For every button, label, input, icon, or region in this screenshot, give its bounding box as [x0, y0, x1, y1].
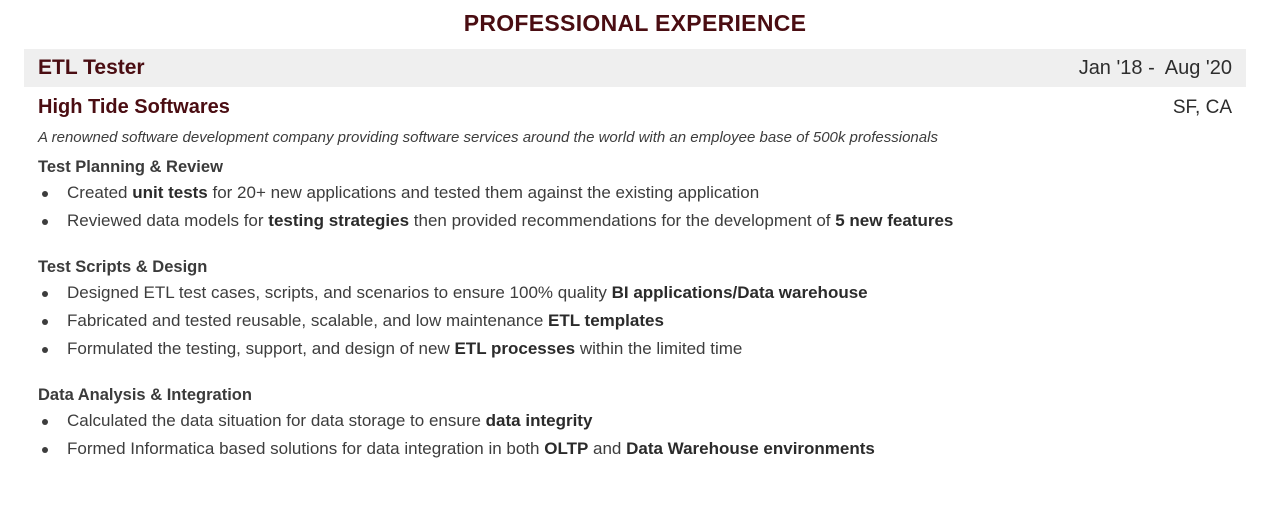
bullet-text-emphasis: testing strategies: [268, 211, 410, 230]
company-location: SF, CA: [1172, 97, 1232, 118]
bullet-text-emphasis: data integrity: [485, 411, 593, 430]
bullet-text: and: [588, 439, 627, 458]
list-item: Created unit tests for 20+ new applicati…: [38, 179, 1232, 207]
experience-groups: Test Planning & Review Created unit tests…: [0, 155, 1270, 463]
bullet-dot-icon: [42, 291, 48, 297]
bullet-text-emphasis: ETL processes: [454, 339, 576, 358]
bullet-dot-icon: [42, 447, 48, 453]
bullet-text: for 20+ new applications and tested them…: [207, 183, 760, 202]
bullet-text: within the limited time: [575, 339, 743, 358]
list-item: Calculated the data situation for data s…: [38, 407, 1232, 435]
page-title: PROFESSIONAL EXPERIENCE: [463, 10, 807, 36]
company-name: High Tide Softwares: [38, 96, 230, 118]
bullet-dot-icon: [42, 219, 48, 225]
bullet-text: Calculated the data situation for data s…: [67, 411, 486, 430]
group-heading: Data Analysis & Integration: [38, 386, 252, 404]
job-title: ETL Tester: [38, 56, 145, 79]
bullet-text: Created: [67, 183, 133, 202]
experience-group: Test Planning & Review Created unit tests…: [38, 155, 1232, 235]
job-dates: Jan '18 - Aug '20: [1078, 57, 1232, 79]
list-item: Reviewed data models for testing strateg…: [38, 207, 1232, 235]
bullet-dot-icon: [42, 347, 48, 353]
bullet-dot-icon: [42, 319, 48, 325]
bullet-dot-icon: [42, 419, 48, 425]
resume-experience-section: PROFESSIONAL EXPERIENCE ETL Tester Jan '…: [0, 0, 1270, 525]
experience-group: Test Scripts & Design Designed ETL test c…: [38, 255, 1232, 363]
bullet-text: Fabricated and tested reusable, scalable…: [67, 311, 549, 330]
bullet-text-emphasis: ETL templates: [548, 311, 664, 330]
group-heading: Test Planning & Review: [38, 158, 223, 176]
bullet-text-emphasis: 5 new features: [835, 211, 954, 230]
experience-entry-header: ETL Tester Jan '18 - Aug '20: [24, 49, 1246, 87]
bullet-text: Reviewed data models for: [67, 211, 269, 230]
bullet-text-emphasis: OLTP: [544, 439, 589, 458]
bullet-text: Formed Informatica based solutions for d…: [67, 439, 545, 458]
experience-entry-subheader: High Tide Softwares SF, CA: [24, 94, 1246, 121]
group-heading: Test Scripts & Design: [38, 258, 208, 276]
bullet-text: Formulated the testing, support, and des…: [67, 339, 455, 358]
company-description: A renowned software development company …: [38, 129, 938, 146]
bullet-dot-icon: [42, 191, 48, 197]
list-item: Designed ETL test cases, scripts, and sc…: [38, 279, 1232, 307]
bullet-list: Designed ETL test cases, scripts, and sc…: [38, 279, 1232, 363]
list-item: Formed Informatica based solutions for d…: [38, 435, 1232, 463]
list-item: Fabricated and tested reusable, scalable…: [38, 307, 1232, 335]
experience-group: Data Analysis & Integration Calculated th…: [38, 383, 1232, 463]
bullet-text: Designed ETL test cases, scripts, and sc…: [67, 283, 612, 302]
bullet-text: then provided recommendations for the de…: [409, 211, 836, 230]
bullet-list: Calculated the data situation for data s…: [38, 407, 1232, 463]
bullet-text-emphasis: BI applications/Data warehouse: [611, 283, 868, 302]
list-item: Formulated the testing, support, and des…: [38, 335, 1232, 363]
bullet-text-emphasis: unit tests: [132, 183, 208, 202]
bullet-list: Created unit tests for 20+ new applicati…: [38, 179, 1232, 235]
bullet-text-emphasis: Data Warehouse environments: [626, 439, 875, 458]
